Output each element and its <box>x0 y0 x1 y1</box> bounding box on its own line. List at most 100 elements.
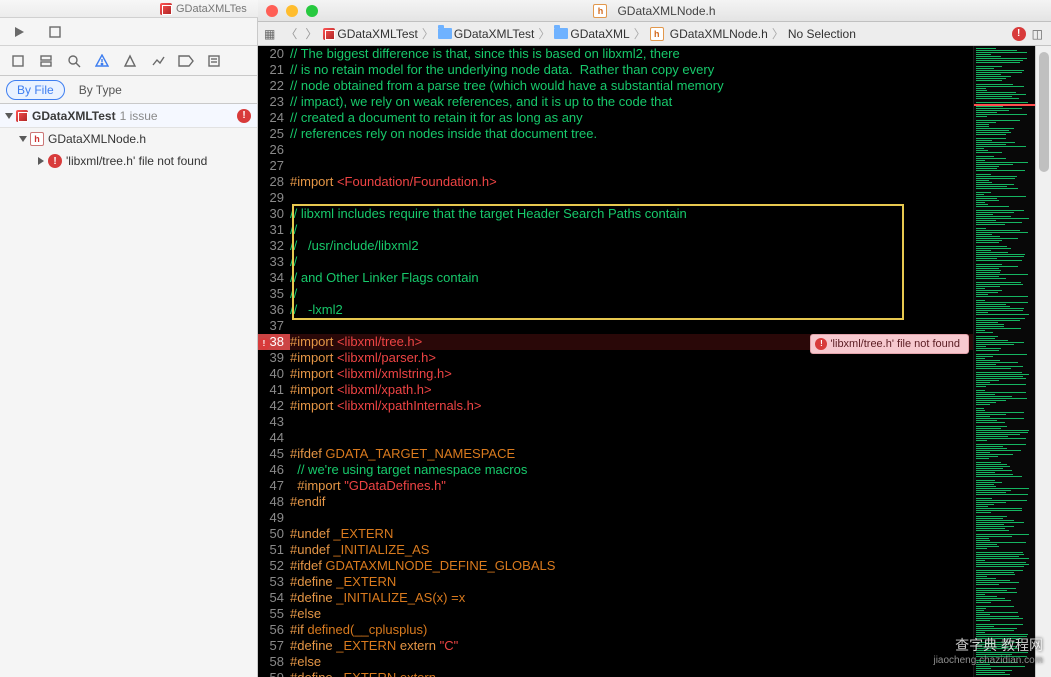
code-line[interactable]: 57#define _EXTERN extern "C" <box>258 638 973 654</box>
project-navigator-tab[interactable] <box>8 51 28 71</box>
code-line[interactable]: 25// references rely on nodes inside tha… <box>258 126 973 142</box>
code-line[interactable]: 42#import <libxml/xpathInternals.h> <box>258 398 973 414</box>
issue-file-row[interactable]: h GDataXMLNode.h <box>0 128 257 150</box>
xcode-project-icon <box>323 28 335 40</box>
error-badge-icon: ! <box>237 109 251 123</box>
code-line[interactable]: 31// <box>258 222 973 238</box>
code-line[interactable]: 48#endif <box>258 494 973 510</box>
crumb-label: GDataXMLTest <box>454 27 534 41</box>
find-navigator-tab[interactable] <box>64 51 84 71</box>
issue-group-header[interactable]: GDataXMLTest 1 issue ! <box>0 104 257 128</box>
folder-icon <box>438 28 452 39</box>
code-line[interactable]: 29 <box>258 190 973 206</box>
issue-filter-bar: By File By Type <box>0 76 257 104</box>
jumpbar-project[interactable]: GDataXMLTest <box>321 27 419 41</box>
code-line[interactable]: 27 <box>258 158 973 174</box>
jumpbar-file[interactable]: hGDataXMLNode.h <box>648 27 770 41</box>
stop-button[interactable] <box>44 26 66 38</box>
disclosure-triangle-icon <box>38 157 44 165</box>
code-line[interactable]: 26 <box>258 142 973 158</box>
minimize-window-button[interactable] <box>286 5 298 17</box>
jumpbar-group2[interactable]: GDataXML <box>552 27 631 41</box>
crumb-label: No Selection <box>788 27 856 41</box>
background-tab-label: GDataXMLTes <box>176 3 247 15</box>
gutter-error-icon[interactable]: ! <box>258 334 272 350</box>
code-line[interactable]: 47 #import "GDataDefines.h" <box>258 478 973 494</box>
symbol-navigator-tab[interactable] <box>36 51 56 71</box>
code-line[interactable]: 49 <box>258 510 973 526</box>
code-line[interactable]: 43 <box>258 414 973 430</box>
header-file-icon: h <box>593 4 607 18</box>
code-line[interactable]: 46 // we're using target namespace macro… <box>258 462 973 478</box>
code-line[interactable]: 44 <box>258 430 973 446</box>
error-badge-icon[interactable]: ! <box>1012 27 1026 41</box>
code-line[interactable]: 54#define _INITIALIZE_AS(x) =x <box>258 590 973 606</box>
code-line[interactable]: 45#ifdef GDATA_TARGET_NAMESPACE <box>258 446 973 462</box>
breakpoint-navigator-tab[interactable] <box>176 51 196 71</box>
code-line[interactable]: 58#else <box>258 654 973 670</box>
navigator-toolbar <box>0 18 257 46</box>
xcode-project-icon <box>160 3 172 15</box>
vertical-scrollbar[interactable] <box>1035 46 1051 677</box>
code-line[interactable]: 22// node obtained from a parse tree (wh… <box>258 78 973 94</box>
code-line[interactable]: 35// <box>258 286 973 302</box>
code-line[interactable]: 59#define _EXTERN extern <box>258 670 973 677</box>
jumpbar-group1[interactable]: GDataXMLTest <box>436 27 536 41</box>
split-editor-button[interactable]: ◫ <box>1032 27 1043 41</box>
error-icon: ! <box>48 154 62 168</box>
report-navigator-tab[interactable] <box>204 51 224 71</box>
code-line[interactable]: 21// is no retain model for the underlyi… <box>258 62 973 78</box>
debug-navigator-tab[interactable] <box>148 51 168 71</box>
code-line[interactable]: 32// /usr/include/libxml2 <box>258 238 973 254</box>
code-line[interactable]: 56#if defined(__cplusplus) <box>258 622 973 638</box>
code-line[interactable]: 51#undef _INITIALIZE_AS <box>258 542 973 558</box>
related-items-button[interactable]: ▦ <box>264 27 275 41</box>
run-button[interactable] <box>8 25 30 39</box>
issue-count: 1 issue <box>120 109 158 123</box>
issue-row[interactable]: ! 'libxml/tree.h' file not found <box>0 150 257 172</box>
code-line[interactable]: 24// created a document to retain it for… <box>258 110 973 126</box>
filter-by-file[interactable]: By File <box>6 80 65 100</box>
code-line[interactable]: 55#else <box>258 606 973 622</box>
window-title: GDataXMLNode.h <box>617 4 715 18</box>
close-window-button[interactable] <box>266 5 278 17</box>
crumb-label: GDataXMLNode.h <box>670 27 768 41</box>
crumb-label: GDataXML <box>570 27 629 41</box>
code-line[interactable]: 33// <box>258 254 973 270</box>
filter-by-type[interactable]: By Type <box>79 83 122 97</box>
window-titlebar: h GDataXMLNode.h <box>258 0 1051 22</box>
background-window-chrome: GDataXMLTes <box>0 0 258 18</box>
disclosure-triangle-icon <box>5 113 13 119</box>
jump-bar: ▦ 〈 〉 GDataXMLTest 〉 GDataXMLTest 〉 GDat… <box>258 22 1051 46</box>
code-line[interactable]: 40#import <libxml/xmlstring.h> <box>258 366 973 382</box>
jumpbar-selection[interactable]: No Selection <box>786 27 858 41</box>
code-line[interactable]: 20// The biggest difference is that, sin… <box>258 46 973 62</box>
zoom-window-button[interactable] <box>306 5 318 17</box>
code-line[interactable]: 50#undef _EXTERN <box>258 526 973 542</box>
code-line[interactable]: 23// impact), we rely on weak references… <box>258 94 973 110</box>
code-line[interactable]: 28#import <Foundation/Foundation.h> <box>258 174 973 190</box>
chevron-right-icon: 〉 <box>420 25 436 42</box>
code-line[interactable]: 34// and Other Linker Flags contain <box>258 270 973 286</box>
inline-error-pill[interactable]: !'libxml/tree.h' file not found <box>810 334 969 354</box>
test-navigator-tab[interactable] <box>120 51 140 71</box>
disclosure-triangle-icon <box>19 136 27 142</box>
crumb-label: GDataXMLTest <box>337 27 417 41</box>
code-line[interactable]: 37 <box>258 318 973 334</box>
code-line[interactable]: 41#import <libxml/xpath.h> <box>258 382 973 398</box>
issue-navigator-tab[interactable] <box>92 51 112 71</box>
header-file-icon: h <box>30 132 44 146</box>
forward-button[interactable]: 〉 <box>301 25 321 42</box>
code-line[interactable]: 53#define _EXTERN <box>258 574 973 590</box>
issue-navigator-panel: GDataXMLTes By File By Type GDataXMLTest… <box>0 0 258 677</box>
issue-message: 'libxml/tree.h' file not found <box>66 154 207 168</box>
code-line[interactable]: 36// -lxml2 <box>258 302 973 318</box>
source-editor[interactable]: 20// The biggest difference is that, sin… <box>258 46 973 677</box>
code-line[interactable]: 30// libxml includes require that the ta… <box>258 206 973 222</box>
inline-error-text: 'libxml/tree.h' file not found <box>830 336 960 352</box>
back-button[interactable]: 〈 <box>281 25 301 42</box>
minimap[interactable] <box>973 46 1035 677</box>
code-line[interactable]: 52#ifdef GDATAXMLNODE_DEFINE_GLOBALS <box>258 558 973 574</box>
scrollbar-thumb[interactable] <box>1039 52 1049 172</box>
xcode-project-icon <box>16 110 28 122</box>
